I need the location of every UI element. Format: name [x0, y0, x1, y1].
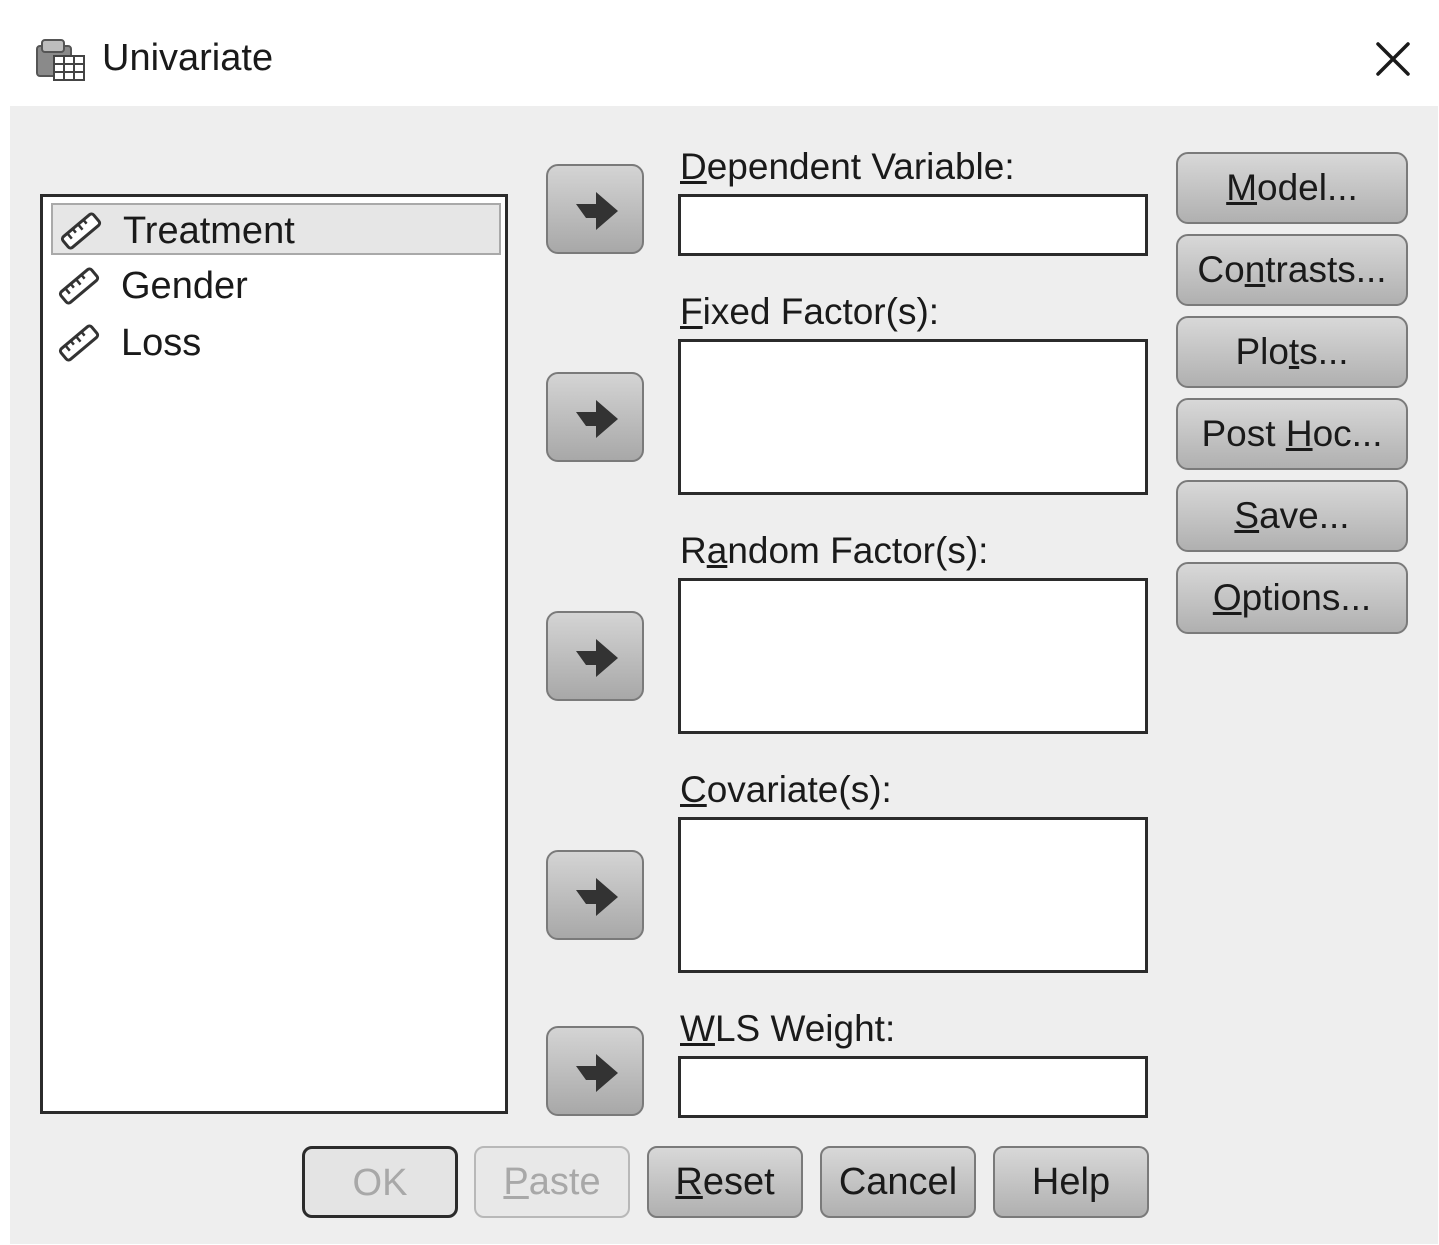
univariate-dialog: Univariate Treatment Gender Loss Depende… [10, 10, 1438, 1244]
paste-button[interactable]: Paste [474, 1146, 630, 1218]
contrasts-button[interactable]: Contrasts... [1176, 234, 1408, 306]
scale-ruler-icon [58, 324, 100, 362]
title-bar: Univariate [10, 10, 1438, 106]
list-item-label: Loss [121, 322, 202, 364]
dataset-table-icon [36, 39, 85, 81]
right-arrow-icon [576, 1054, 618, 1092]
move-to-covariate-button[interactable] [546, 850, 644, 940]
random-factors-label: Random Factor(s): [680, 530, 989, 571]
wls-weight-label: WLS Weight: [680, 1008, 896, 1049]
plots-button[interactable]: Plots... [1176, 316, 1408, 388]
fixed-factors-label: Fixed Factor(s): [680, 291, 940, 332]
ok-button[interactable]: OK [302, 1146, 458, 1218]
list-item-label: Treatment [123, 210, 295, 252]
right-arrow-icon [576, 878, 618, 916]
options-button[interactable]: Options... [1176, 562, 1408, 634]
list-item-loss[interactable]: Loss [51, 317, 501, 369]
right-arrow-icon [576, 192, 618, 230]
scale-ruler-icon [60, 212, 102, 250]
source-variable-list[interactable]: Treatment Gender Loss [40, 194, 508, 1114]
wls-weight-field[interactable] [678, 1056, 1148, 1118]
covariates-list[interactable] [678, 817, 1148, 973]
right-arrow-icon [576, 400, 618, 438]
fixed-factors-list[interactable] [678, 339, 1148, 495]
list-item-label: Gender [121, 265, 248, 307]
list-item-gender[interactable]: Gender [51, 260, 501, 312]
dependent-variable-label: Dependent Variable: [680, 146, 1015, 187]
random-factors-list[interactable] [678, 578, 1148, 734]
right-arrow-icon [576, 639, 618, 677]
cancel-button[interactable]: Cancel [820, 1146, 976, 1218]
scale-ruler-icon [58, 267, 100, 305]
move-to-fixed-factor-button[interactable] [546, 372, 644, 462]
reset-button[interactable]: Reset [647, 1146, 803, 1218]
move-to-dependent-button[interactable] [546, 164, 644, 254]
help-button[interactable]: Help [993, 1146, 1149, 1218]
close-x-icon[interactable] [1366, 32, 1420, 86]
covariates-label: Covariate(s): [680, 769, 892, 810]
window-title: Univariate [102, 37, 274, 79]
move-to-random-factor-button[interactable] [546, 611, 644, 701]
list-item-treatment[interactable]: Treatment [51, 203, 501, 255]
post-hoc-button[interactable]: Post Hoc... [1176, 398, 1408, 470]
save-button[interactable]: Save... [1176, 480, 1408, 552]
dependent-variable-field[interactable] [678, 194, 1148, 256]
move-to-wls-weight-button[interactable] [546, 1026, 644, 1116]
model-button[interactable]: Model... [1176, 152, 1408, 224]
